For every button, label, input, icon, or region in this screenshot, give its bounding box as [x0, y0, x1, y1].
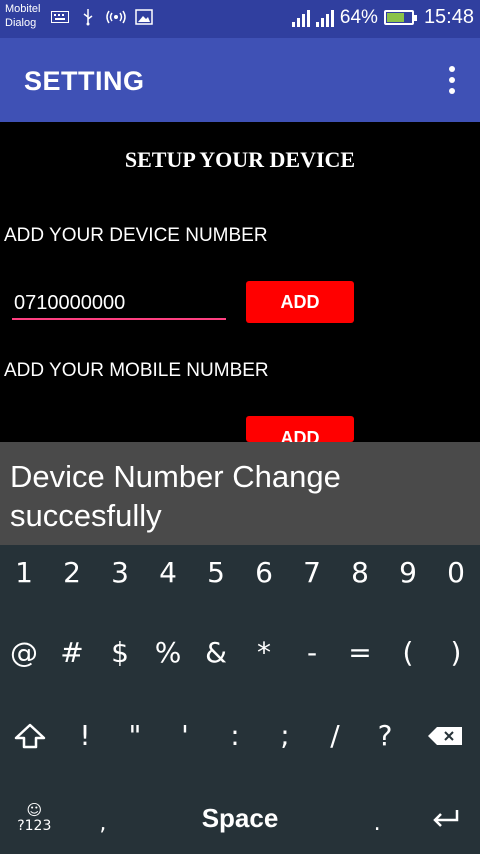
key[interactable]: "	[110, 708, 160, 763]
key[interactable]: =	[336, 625, 384, 680]
key[interactable]: 7	[288, 545, 336, 600]
key[interactable]: %	[144, 625, 192, 680]
key[interactable]: 9	[384, 545, 432, 600]
key[interactable]: )	[432, 625, 480, 680]
comma-key[interactable]: ,	[69, 788, 138, 848]
key[interactable]: &	[192, 625, 240, 680]
mobile-number-label: ADD YOUR MOBILE NUMBER	[4, 360, 269, 381]
hotspot-icon	[106, 8, 126, 26]
key[interactable]: !	[60, 708, 110, 763]
toast-message: Device Number Change succesfully	[0, 442, 480, 545]
signal-icon	[291, 9, 310, 27]
status-bar: Mobitel Dialog 64% 15:48	[0, 0, 480, 38]
image-icon	[134, 8, 154, 26]
mode-key-label: ?123	[17, 818, 52, 834]
symbols-mode-key[interactable]: ☺ ?123	[0, 788, 69, 848]
keyboard-row-bottom: ☺ ?123 , Space .	[0, 788, 480, 848]
emoji-icon: ☺	[26, 801, 43, 819]
key[interactable]: #	[48, 625, 96, 680]
key[interactable]: 4	[144, 545, 192, 600]
key[interactable]: @	[0, 625, 48, 680]
backspace-icon	[428, 726, 462, 745]
keyboard-icon	[50, 8, 70, 26]
usb-icon	[78, 8, 98, 26]
key[interactable]: 8	[336, 545, 384, 600]
keyboard-row-symbols: @ # $ % & * - = ( )	[0, 625, 480, 680]
key[interactable]: 6	[240, 545, 288, 600]
key[interactable]: :	[210, 708, 260, 763]
key[interactable]: $	[96, 625, 144, 680]
enter-key[interactable]	[411, 788, 480, 848]
key[interactable]: 2	[48, 545, 96, 600]
device-number-input[interactable]	[12, 288, 226, 320]
key[interactable]: *	[240, 625, 288, 680]
keyboard-row-digits: 1 2 3 4 5 6 7 8 9 0	[0, 545, 480, 600]
key[interactable]: ;	[260, 708, 310, 763]
keyboard-row-punctuation: ! " ' : ; / ?	[0, 708, 480, 763]
signal-icon	[315, 9, 334, 27]
soft-keyboard: 1 2 3 4 5 6 7 8 9 0 @ # $ % & * - = ( ) …	[0, 545, 480, 854]
battery-icon	[383, 10, 417, 25]
app-bar: SETTING	[0, 38, 480, 122]
space-key[interactable]: Space	[137, 788, 343, 848]
overflow-menu-icon[interactable]	[446, 66, 458, 94]
key[interactable]: 3	[96, 545, 144, 600]
clock: 15:48	[423, 6, 474, 28]
key[interactable]: 5	[192, 545, 240, 600]
page-heading: SETUP YOUR DEVICE	[124, 147, 356, 172]
device-number-label: ADD YOUR DEVICE NUMBER	[4, 225, 268, 246]
battery-percent: 64%	[339, 6, 378, 28]
backspace-key[interactable]	[410, 708, 480, 763]
key[interactable]: (	[384, 625, 432, 680]
key[interactable]: 1	[0, 545, 48, 600]
key[interactable]: ?	[360, 708, 410, 763]
app-title: SETTING	[24, 66, 145, 96]
status-right: 64% 15:48	[291, 6, 474, 29]
carrier-1: Mobitel	[5, 3, 41, 15]
key[interactable]: '	[160, 708, 210, 763]
add-mobile-button[interactable]: ADD	[246, 416, 354, 442]
carrier-labels: Mobitel Dialog	[5, 2, 40, 30]
notification-icons	[50, 8, 154, 26]
key[interactable]: -	[288, 625, 336, 680]
key[interactable]: 0	[432, 545, 480, 600]
carrier-2: Dialog	[5, 17, 37, 29]
enter-icon	[432, 810, 458, 827]
shift-key[interactable]	[0, 708, 60, 763]
period-key[interactable]: .	[343, 788, 412, 848]
key[interactable]: /	[310, 708, 360, 763]
shift-icon	[14, 723, 46, 748]
add-device-button[interactable]: ADD	[246, 281, 354, 323]
